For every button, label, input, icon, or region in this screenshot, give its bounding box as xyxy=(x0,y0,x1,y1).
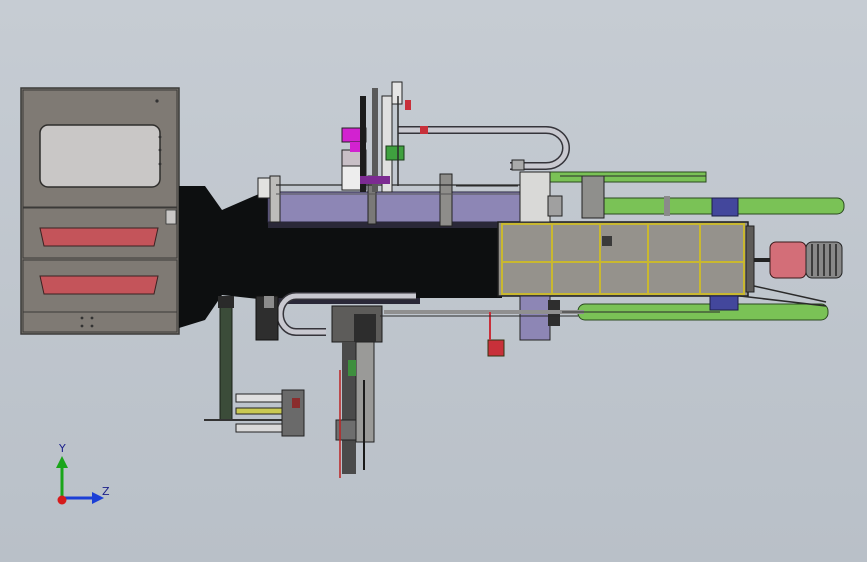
machine-model[interactable] xyxy=(0,0,867,562)
pink-roller[interactable] xyxy=(754,241,843,279)
control-cabinet[interactable] xyxy=(20,87,180,335)
vent-slot-lower xyxy=(39,275,159,295)
y-axis-label: Y xyxy=(59,442,66,455)
coordinate-triad: Y Z xyxy=(40,438,120,518)
green-cylinder-top[interactable] xyxy=(523,171,845,217)
vent-slot-upper xyxy=(39,227,159,247)
left-actuator[interactable] xyxy=(204,296,305,437)
main-body[interactable] xyxy=(257,173,529,304)
cabinet-window xyxy=(39,124,161,188)
z-axis-label: Z xyxy=(102,485,110,498)
purple-frame xyxy=(267,191,529,223)
upper-mechanism[interactable] xyxy=(341,81,411,193)
upper-u-tube[interactable] xyxy=(398,126,570,171)
triad-graphic xyxy=(56,456,104,505)
y-axis-arrowhead xyxy=(56,456,68,468)
yellow-frame-chamber[interactable] xyxy=(497,221,755,297)
cad-viewport[interactable]: Y Z xyxy=(0,0,867,562)
x-axis-origin-icon xyxy=(57,495,67,505)
